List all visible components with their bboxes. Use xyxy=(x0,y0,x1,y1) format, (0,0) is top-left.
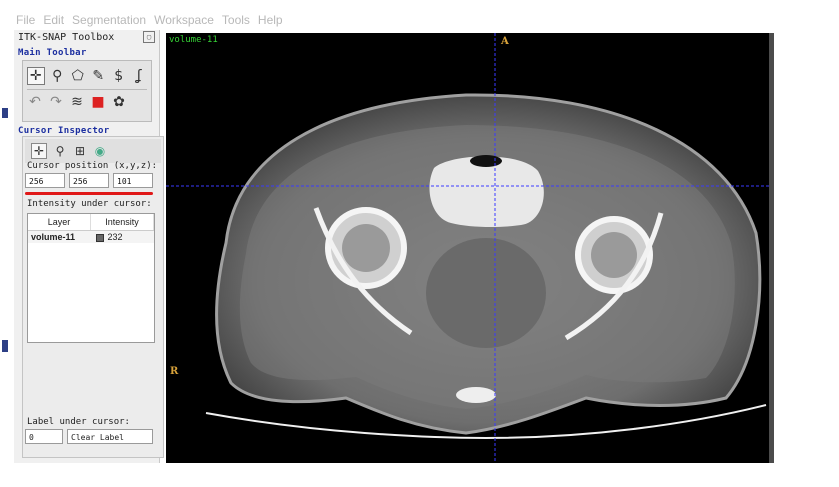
intensity-value: 232 xyxy=(107,232,123,242)
right-femoral-head-inner xyxy=(591,232,637,278)
label-under-cursor-label: Label under cursor: xyxy=(27,417,130,427)
annotation-icon[interactable]: ʆ xyxy=(132,68,148,84)
palette-icon[interactable]: ✿ xyxy=(111,94,127,110)
cursor-position-label: Cursor position (x,y,z): xyxy=(27,161,158,171)
float-panel-icon[interactable]: ▢ xyxy=(143,31,155,43)
crosshair-icon[interactable]: ✛ xyxy=(27,67,45,85)
left-marker xyxy=(2,340,8,352)
intensity-label: Intensity under cursor: xyxy=(27,199,152,209)
layer-intensity-table: Layer Intensity volume-11 232 xyxy=(27,213,155,343)
slice-viewer[interactable]: volume-11 A R xyxy=(166,33,769,463)
orientation-right: R xyxy=(170,366,179,377)
menu-workspace[interactable]: Workspace xyxy=(154,13,214,27)
layer-name-cell: volume-11 xyxy=(31,232,76,242)
itk-snap-toolbox: ITK-SNAP Toolbox ▢ Main Toolbar ✛ ⚲ ⬠ ✎ … xyxy=(14,30,164,463)
gas-pocket xyxy=(470,155,502,167)
zoom-icon[interactable]: ⚲ xyxy=(50,68,66,84)
menu-bar: File Edit Segmentation Workspace Tools H… xyxy=(12,10,772,30)
table-row[interactable]: volume-11 232 xyxy=(28,231,154,243)
undo-icon[interactable]: ↶ xyxy=(27,94,43,110)
inspector-toolbar: ✛ ⚲ ⊞ ◉ xyxy=(25,139,161,163)
table-header: Layer Intensity xyxy=(28,214,154,231)
left-femoral-head-inner xyxy=(342,224,390,272)
coccyx xyxy=(456,387,496,403)
cursor-z-field[interactable]: 101 xyxy=(113,173,153,188)
menu-tools[interactable]: Tools xyxy=(222,13,250,27)
label-name-field[interactable]: Clear Label xyxy=(67,429,153,444)
cursor-y-field[interactable]: 256 xyxy=(69,173,109,188)
viewer-side-ruler xyxy=(769,33,774,463)
layers-icon[interactable]: ≋ xyxy=(69,94,85,110)
bladder-region xyxy=(426,238,546,348)
intensity-swatch xyxy=(95,233,104,242)
paintbrush-icon[interactable]: ✎ xyxy=(91,68,107,84)
zoom-icon[interactable]: ⚲ xyxy=(53,144,67,158)
menu-segmentation[interactable]: Segmentation xyxy=(72,13,146,27)
redo-icon[interactable]: ↷ xyxy=(48,94,64,110)
menu-help[interactable]: Help xyxy=(258,13,283,27)
cursor-x-field[interactable]: 256 xyxy=(25,173,65,188)
toolbox-title: ITK-SNAP Toolbox xyxy=(18,32,115,43)
column-header-intensity[interactable]: Intensity xyxy=(91,214,154,230)
grid-icon[interactable]: ⊞ xyxy=(73,144,87,158)
label-icon[interactable]: ■ xyxy=(90,94,106,110)
crosshair-icon[interactable]: ✛ xyxy=(31,143,47,159)
column-header-layer[interactable]: Layer xyxy=(28,214,91,230)
cursor-inspector-title: Cursor Inspector xyxy=(18,126,110,136)
main-toolbar: ✛ ⚲ ⬠ ✎ $ ʆ ↶ ↷ ≋ ■ ✿ xyxy=(22,60,152,122)
polygon-icon[interactable]: ⬠ xyxy=(70,68,86,84)
main-toolbar-title: Main Toolbar xyxy=(18,48,87,58)
ct-slice-image xyxy=(166,33,769,463)
orientation-anterior: A xyxy=(501,36,509,47)
menu-edit[interactable]: Edit xyxy=(43,13,64,27)
globe-icon[interactable]: ◉ xyxy=(93,144,107,158)
intensity-cell: 232 xyxy=(90,231,155,243)
menu-file[interactable]: File xyxy=(16,13,35,27)
left-marker xyxy=(2,108,8,118)
cursor-inspector-panel: ✛ ⚲ ⊞ ◉ Cursor position (x,y,z): 256 256… xyxy=(22,136,164,458)
red-annotation-underline xyxy=(25,192,153,195)
left-margin xyxy=(0,0,12,487)
snake-icon[interactable]: $ xyxy=(111,68,127,84)
label-id-field[interactable]: 0 xyxy=(25,429,63,444)
viewer-layer-label: volume-11 xyxy=(169,35,218,45)
toolbar-divider xyxy=(27,89,147,90)
